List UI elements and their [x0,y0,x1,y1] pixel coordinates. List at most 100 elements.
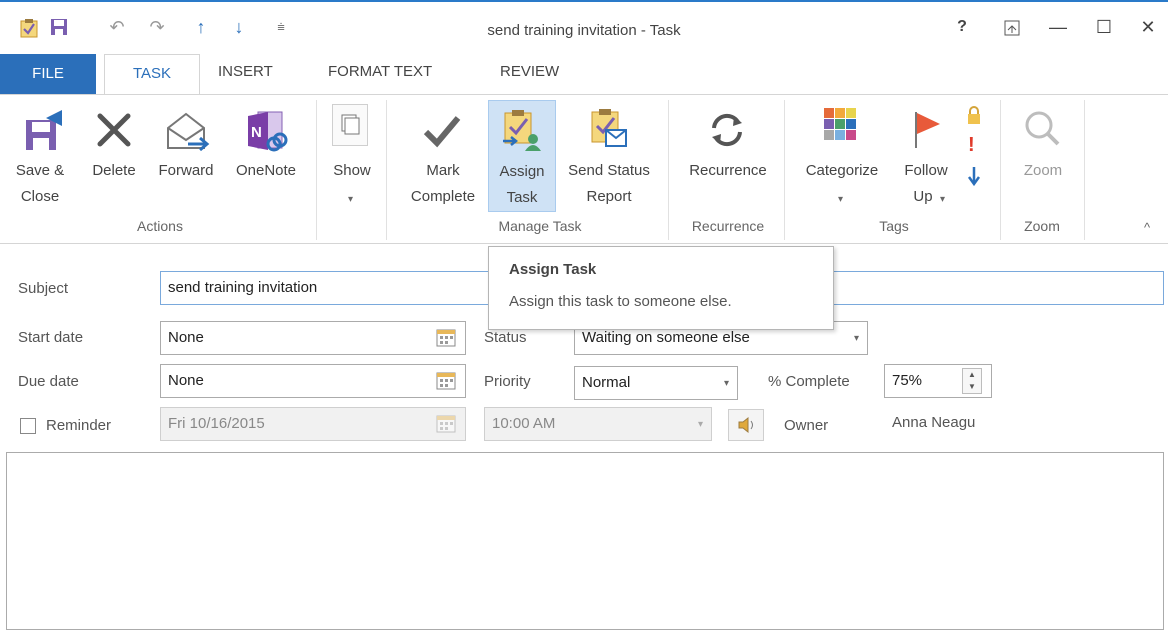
maximize-button[interactable]: ☐ [1086,16,1122,38]
forward-label: Forward [158,162,214,179]
reminder-calendar-icon[interactable] [436,415,456,438]
due-date-label: Due date [18,373,79,390]
show-label: Show [333,162,371,179]
group-separator [668,100,669,240]
tooltip-title: Assign Task [509,261,597,278]
group-separator [784,100,785,240]
assign-task-tooltip: Assign Task Assign this task to someone … [488,246,834,330]
checkmark-icon [422,110,462,150]
show-button[interactable]: Show ▾ [326,100,382,212]
recurrence-label: Recurrence [689,162,767,179]
tab-insert[interactable]: INSERT [218,63,273,80]
high-importance-icon[interactable]: ! [968,134,980,156]
window-title: send training invitation - Task [487,22,681,39]
help-button[interactable]: ? [944,16,980,38]
mark-complete-label-1: Mark [426,162,460,179]
forward-button[interactable]: Forward [150,100,222,212]
minimize-button[interactable]: — [1040,16,1076,38]
spinner-up-icon[interactable]: ▲ [963,369,981,381]
group-recurrence-label: Recurrence [691,218,765,234]
categorize-icon [820,106,860,146]
spinner-down-icon[interactable]: ▼ [963,381,981,393]
svg-text:N: N [251,124,262,141]
private-lock-icon[interactable] [966,106,982,126]
group-tags-label: Tags [879,218,909,234]
assign-task-button[interactable]: Assign Task [488,100,556,212]
tab-review[interactable]: REVIEW [500,63,559,80]
ribbon-display-options-icon[interactable] [1004,20,1020,36]
group-separator [316,100,317,240]
assign-task-icon [501,107,543,153]
percent-complete-label: % Complete [768,373,850,390]
priority-label: Priority [484,373,531,390]
percent-spinner[interactable]: ▲ ▼ [962,368,982,394]
status-label: Status [484,329,527,346]
close-button[interactable]: ✕ [1130,16,1166,38]
status-value: Waiting on someone else [582,329,750,346]
follow-up-label-1: Follow [904,162,948,179]
tab-file[interactable]: FILE [0,54,96,94]
collapse-ribbon-icon[interactable]: ^ [1144,220,1150,235]
onenote-icon: N [246,108,288,154]
show-icon [332,104,368,146]
categorize-label: Categorize [805,162,879,179]
zoom-button[interactable]: Zoom [1008,100,1080,212]
subject-label: Subject [18,280,69,297]
assign-task-label-2: Task [506,189,538,206]
reminder-time-dropdown[interactable]: 10:00 AM ▾ [484,407,712,441]
zoom-label: Zoom [1023,162,1063,179]
show-dropdown-icon: ▾ [348,194,354,205]
owner-value: Anna Neagu [892,414,976,431]
start-date-input[interactable]: None [160,321,466,355]
save-close-icon [22,106,70,154]
save-close-label-2: Close [20,188,60,205]
task-body-editor[interactable] [6,452,1164,630]
reminder-checkbox[interactable] [20,418,36,434]
start-date-label: Start date [18,329,84,346]
onenote-button[interactable]: N OneNote [226,100,306,212]
status-dropdown-icon: ▾ [853,333,859,344]
mark-complete-button[interactable]: Mark Complete [396,100,484,212]
flag-icon [908,108,944,150]
save-close-button[interactable]: Save & Close [14,100,78,212]
delete-icon [94,110,134,150]
due-date-input[interactable]: None [160,364,466,398]
speaker-icon [737,416,757,439]
tab-task[interactable]: TASK [104,54,200,95]
priority-value: Normal [582,374,631,391]
recurrence-icon [706,110,748,150]
reminder-sound-button[interactable] [728,409,764,441]
start-date-calendar-icon[interactable] [436,329,456,352]
group-separator [386,100,387,240]
group-separator [1084,100,1085,240]
low-importance-icon[interactable] [966,164,982,188]
forward-icon [164,110,210,152]
send-status-report-button[interactable]: Send Status Report [558,100,660,212]
subject-value: send training invitation [168,279,318,296]
follow-up-dropdown-icon: ▾ [940,194,946,205]
reminder-date-value: Fri 10/16/2015 [168,415,265,432]
start-date-value: None [168,329,204,346]
follow-up-button[interactable]: Follow Up ▾ [892,100,962,212]
reminder-date-input[interactable]: Fri 10/16/2015 [160,407,466,441]
delete-button[interactable]: Delete [86,100,146,212]
priority-dropdown[interactable]: Normal ▾ [574,366,738,400]
categorize-button[interactable]: Categorize ▾ [794,100,890,212]
status-report-icon [588,106,628,152]
group-zoom-label: Zoom [1024,218,1060,234]
tab-format-text[interactable]: FORMAT TEXT [328,63,432,80]
group-actions-label: Actions [137,218,183,234]
delete-label: Delete [92,162,136,179]
recurrence-button[interactable]: Recurrence [676,100,778,212]
group-manage-task-label: Manage Task [498,218,582,234]
categorize-dropdown-icon: ▾ [838,194,844,205]
magnifier-icon [1022,108,1062,148]
due-date-calendar-icon[interactable] [436,372,456,395]
owner-label: Owner [784,417,829,434]
reminder-label: Reminder [46,417,112,434]
send-status-label-2: Report [586,188,632,205]
mark-complete-label-2: Complete [410,188,476,205]
reminder-time-dropdown-icon: ▾ [697,419,703,430]
priority-dropdown-icon: ▾ [723,378,729,389]
save-close-label-1: Save & [15,162,65,179]
